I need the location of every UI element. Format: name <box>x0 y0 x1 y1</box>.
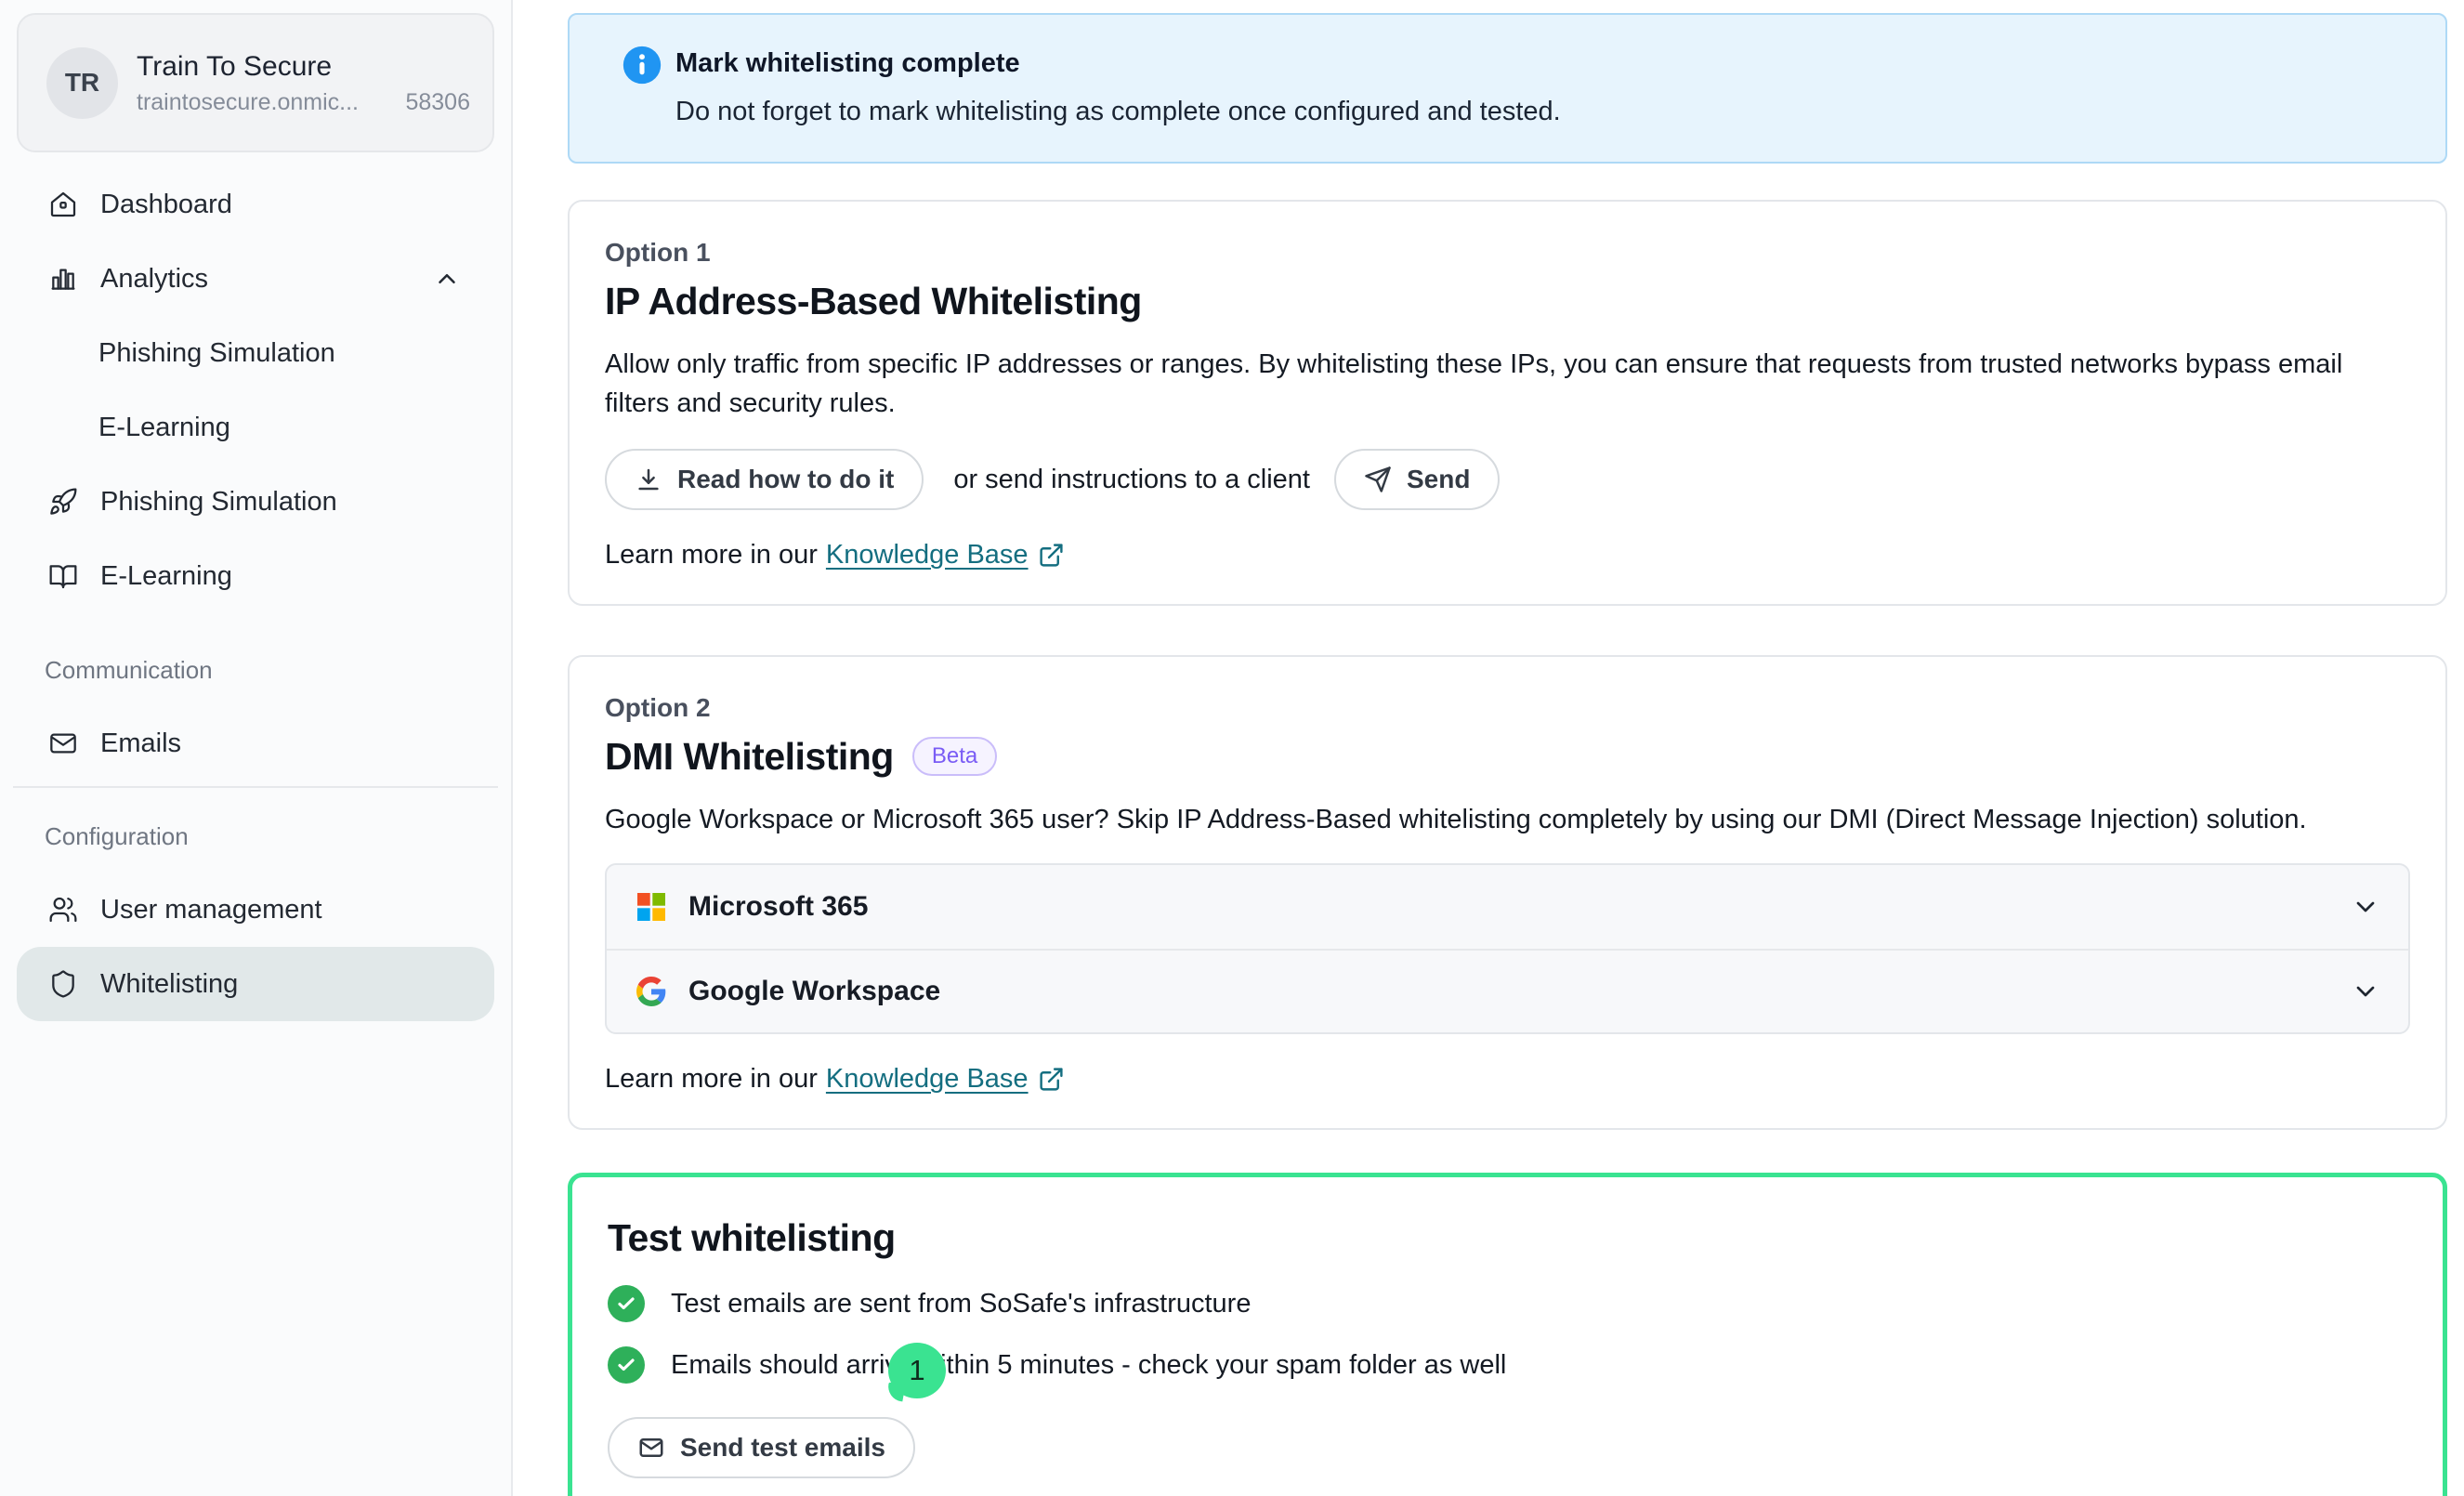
banner-description: Do not forget to mark whitelisting as co… <box>675 93 1561 130</box>
mail-icon <box>637 1434 665 1462</box>
sidebar-item-whitelisting[interactable]: Whitelisting <box>17 947 494 1021</box>
info-banner: Mark whitelisting complete Do not forget… <box>568 13 2447 164</box>
option1-eyebrow: Option 1 <box>605 237 2410 269</box>
sidebar-item-label: Dashboard <box>100 190 232 220</box>
button-label: Read how to do it <box>677 465 894 494</box>
sidebar-item-label: User management <box>100 895 322 925</box>
send-test-emails-button[interactable]: Send test emails <box>608 1417 915 1478</box>
sidebar-item-elearning[interactable]: E-Learning <box>17 539 494 613</box>
check-circle-icon <box>608 1285 645 1322</box>
sidebar-item-analytics-elearning[interactable]: E-Learning <box>17 390 494 465</box>
sidebar-section-communication: Communication <box>45 656 494 684</box>
test-check-item: Emails should arrive within 5 minutes - … <box>608 1346 2407 1384</box>
main-content: Mark whitelisting complete Do not forget… <box>513 0 2464 1496</box>
learn-more-text: Learn more in our <box>605 540 818 571</box>
users-icon <box>48 895 78 925</box>
option1-title: IP Address-Based Whitelisting <box>605 278 2410 324</box>
button-label: Send <box>1407 465 1470 494</box>
step-count-badge: 1 <box>888 1343 946 1398</box>
knowledge-base-link[interactable]: Knowledge Base <box>826 540 1029 571</box>
mail-icon <box>48 728 78 758</box>
option1-description: Allow only traffic from specific IP addr… <box>605 345 2410 423</box>
sidebar-item-label: Phishing Simulation <box>100 487 337 518</box>
home-icon <box>48 190 78 219</box>
provider-accordion: Microsoft 365 Google Workspace <box>605 863 2410 1034</box>
test-check-text: Emails should arrive within 5 minutes - … <box>671 1350 1506 1381</box>
org-domain: traintosecure.onmic... <box>137 89 359 116</box>
provider-label: Google Workspace <box>688 976 940 1007</box>
sidebar-item-label: Emails <box>100 728 181 759</box>
option2-description: Google Workspace or Microsoft 365 user? … <box>605 800 2410 839</box>
chevron-down-icon <box>2351 977 2380 1006</box>
shield-icon <box>48 969 78 999</box>
sidebar: TR Train To Secure traintosecure.onmic..… <box>0 0 513 1496</box>
external-link-icon <box>1038 1066 1065 1093</box>
rocket-icon <box>48 487 78 517</box>
provider-label: Microsoft 365 <box>688 891 868 923</box>
or-send-instructions-text: or send instructions to a client <box>953 465 1310 495</box>
option2-eyebrow: Option 2 <box>605 692 2410 724</box>
sidebar-item-emails[interactable]: Emails <box>17 706 494 781</box>
sidebar-item-label: Analytics <box>100 264 208 295</box>
microsoft-365-accordion-row[interactable]: Microsoft 365 <box>607 865 2408 949</box>
sidebar-nav: Dashboard Analytics Phishing Simulation … <box>17 167 494 1021</box>
sidebar-item-user-management[interactable]: User management <box>17 873 494 947</box>
download-icon <box>635 466 662 493</box>
org-info: Train To Secure traintosecure.onmic... 5… <box>137 49 470 117</box>
google-workspace-accordion-row[interactable]: Google Workspace <box>607 949 2408 1032</box>
book-open-icon <box>48 561 78 591</box>
knowledge-base-link[interactable]: Knowledge Base <box>826 1064 1029 1095</box>
option1-card: Option 1 IP Address-Based Whitelisting A… <box>568 200 2447 606</box>
option2-card: Option 2 DMI Whitelisting Beta Google Wo… <box>568 655 2447 1130</box>
button-label: Send test emails <box>680 1433 885 1463</box>
sidebar-item-phishing-simulation[interactable]: Phishing Simulation <box>17 465 494 539</box>
sidebar-item-dashboard[interactable]: Dashboard <box>17 167 494 242</box>
banner-title: Mark whitelisting complete <box>675 43 1561 84</box>
test-check-text: Test emails are sent from SoSafe's infra… <box>671 1289 1251 1319</box>
learn-more-text: Learn more in our <box>605 1064 818 1095</box>
beta-badge: Beta <box>912 737 997 776</box>
sidebar-divider <box>13 786 498 788</box>
org-switcher[interactable]: TR Train To Secure traintosecure.onmic..… <box>17 13 494 152</box>
microsoft-logo-icon <box>636 892 666 922</box>
send-icon <box>1364 466 1392 493</box>
org-id: 58306 <box>405 89 470 116</box>
google-logo-icon <box>636 977 666 1006</box>
test-whitelisting-title: Test whitelisting <box>608 1214 2407 1261</box>
org-avatar: TR <box>46 47 118 119</box>
test-check-item: Test emails are sent from SoSafe's infra… <box>608 1285 2407 1322</box>
info-icon <box>622 45 662 85</box>
sidebar-item-label: Phishing Simulation <box>98 338 335 369</box>
chevron-down-icon <box>2351 892 2380 922</box>
org-name: Train To Secure <box>137 49 470 85</box>
sidebar-item-analytics-phishing-simulation[interactable]: Phishing Simulation <box>17 316 494 390</box>
external-link-icon <box>1038 542 1065 569</box>
app-root: TR Train To Secure traintosecure.onmic..… <box>0 0 2464 1496</box>
send-instructions-button[interactable]: Send <box>1334 449 1500 510</box>
check-circle-icon <box>608 1346 645 1384</box>
sidebar-item-label: E-Learning <box>100 561 232 592</box>
option2-title: DMI Whitelisting <box>605 733 894 780</box>
bar-chart-icon <box>48 264 78 294</box>
sidebar-section-configuration: Configuration <box>45 822 494 850</box>
test-whitelisting-card: Test whitelisting Test emails are sent f… <box>568 1173 2447 1496</box>
read-how-to-do-it-button[interactable]: Read how to do it <box>605 449 924 510</box>
sidebar-item-label: E-Learning <box>98 413 230 443</box>
sidebar-item-analytics[interactable]: Analytics <box>17 242 494 316</box>
sidebar-item-label: Whitelisting <box>100 969 238 1000</box>
chevron-up-icon <box>433 265 461 293</box>
